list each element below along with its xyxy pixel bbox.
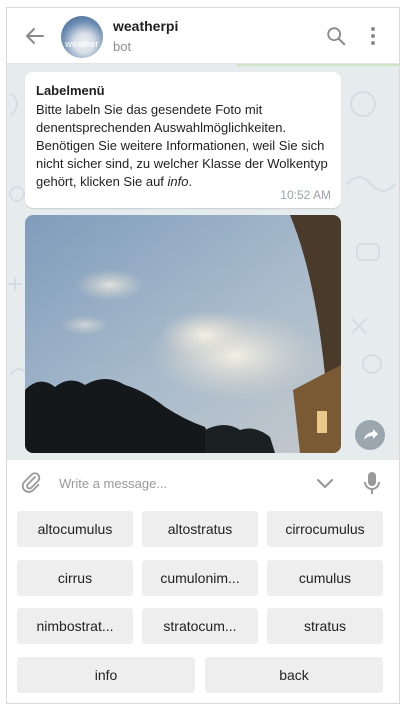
chevron-down-icon[interactable] — [314, 472, 336, 494]
message-input[interactable] — [59, 468, 299, 498]
key-stratus[interactable]: stratus — [267, 608, 383, 644]
message-title: Labelmenü — [36, 83, 105, 98]
sky-photo[interactable] — [25, 215, 341, 453]
key-back[interactable]: back — [205, 657, 383, 693]
mic-icon[interactable] — [362, 470, 382, 496]
share-button[interactable] — [355, 420, 385, 450]
chat-area: Labelmenü Bitte labeln Sie das gesendete… — [7, 64, 399, 459]
key-info[interactable]: info — [17, 657, 195, 693]
telegram-chat-window: weather weatherpi bot Labelmenü Bitte la… — [6, 7, 400, 704]
key-stratocumulus[interactable]: stratocum... — [142, 608, 258, 644]
key-cumulonimbus[interactable]: cumulonim... — [142, 560, 258, 596]
message-body: Bitte labeln Sie das gesendete Foto mit … — [36, 101, 336, 191]
attach-icon[interactable] — [19, 471, 43, 495]
key-nimbostratus[interactable]: nimbostrat... — [17, 608, 133, 644]
bot-keyboard: altocumulus altostratus cirrocumulus cir… — [7, 505, 399, 703]
avatar-text: weather — [65, 39, 99, 49]
top-accent-line — [237, 64, 399, 66]
message-composer — [7, 459, 399, 505]
back-arrow-icon[interactable] — [23, 24, 47, 48]
key-cumulus[interactable]: cumulus — [267, 560, 383, 596]
message-text-end: . — [188, 174, 193, 189]
message-bubble[interactable]: Labelmenü Bitte labeln Sie das gesendete… — [25, 72, 341, 208]
share-icon — [364, 429, 378, 440]
more-vert-icon[interactable] — [363, 25, 383, 47]
chat-title[interactable]: weatherpi — [113, 18, 178, 34]
chat-header: weather weatherpi bot — [7, 8, 399, 64]
message-info-word: info — [167, 174, 189, 189]
key-cirrocumulus[interactable]: cirrocumulus — [267, 511, 383, 547]
key-altostratus[interactable]: altostratus — [142, 511, 258, 547]
search-icon[interactable] — [325, 25, 347, 47]
key-cirrus[interactable]: cirrus — [17, 560, 133, 596]
chat-subtitle: bot — [113, 39, 132, 54]
key-altocumulus[interactable]: altocumulus — [17, 511, 133, 547]
sky-photo-image — [25, 215, 341, 453]
message-time: 10:52 AM — [280, 188, 331, 202]
avatar[interactable]: weather — [61, 16, 103, 58]
